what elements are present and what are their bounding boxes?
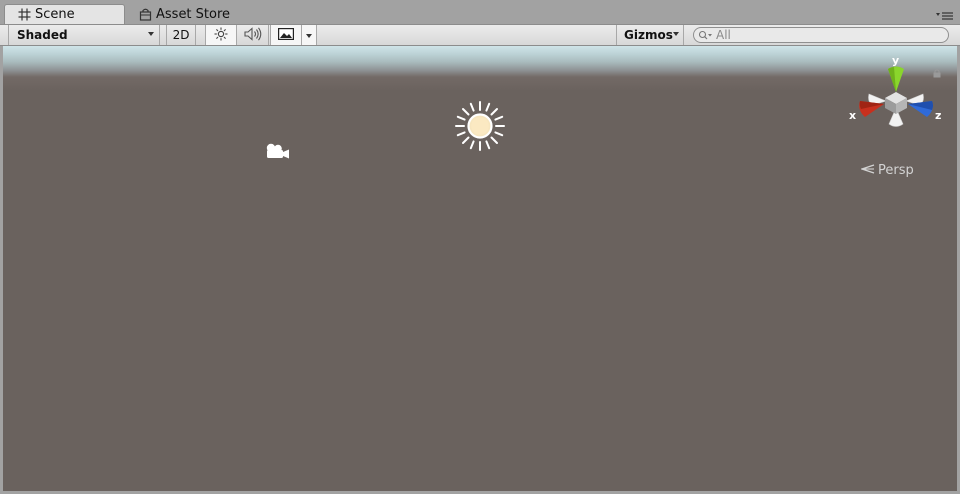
scene-viewport[interactable]: y x z Persp [3, 46, 957, 491]
toggle-2d-button[interactable]: 2D [166, 25, 196, 45]
image-icon [278, 27, 295, 43]
tab-bar: Scene Asset Store [0, 0, 960, 24]
orientation-gizmo[interactable]: y x z [843, 54, 943, 146]
toggle-effects-button[interactable] [270, 25, 302, 45]
scene-search-field[interactable] [693, 27, 949, 43]
gizmos-label: Gizmos [624, 28, 673, 42]
chevron-down-icon [306, 28, 312, 42]
sun-icon[interactable] [455, 101, 505, 151]
toggle-audio-button[interactable] [237, 25, 269, 45]
shading-mode-label: Shaded [17, 28, 68, 42]
chevron-down-icon [673, 32, 679, 37]
search-icon [698, 30, 714, 41]
projection-label: Persp [878, 163, 914, 178]
toggle-lighting-button[interactable] [205, 25, 237, 45]
scene-toolbar: Shaded 2D Gizmos All [0, 24, 960, 46]
tab-asset-store[interactable]: Asset Store [126, 4, 266, 24]
sun-icon [214, 27, 228, 44]
panel-menu-icon[interactable] [936, 10, 954, 22]
lock-view-icon[interactable] [932, 63, 942, 78]
toggle-2d-label: 2D [172, 28, 190, 42]
camera-icon[interactable] [261, 141, 291, 163]
tab-scene-label: Scene [35, 7, 75, 22]
gizmos-dropdown[interactable]: Gizmos [616, 25, 684, 45]
tab-asset-store-label: Asset Store [156, 6, 231, 22]
speaker-icon [243, 26, 262, 44]
chevron-down-icon [148, 32, 154, 37]
gizmo-z-label: z [935, 109, 941, 122]
gizmo-y-label: y [892, 56, 899, 67]
shopping-bag-icon [138, 7, 152, 21]
projection-toggle[interactable]: Persp [859, 163, 914, 178]
grid-hash-icon [17, 8, 31, 22]
tab-scene[interactable]: Scene [4, 4, 125, 24]
search-input[interactable] [714, 28, 936, 42]
effects-dropdown-button[interactable] [302, 25, 317, 45]
perspective-icon [859, 163, 875, 178]
gizmo-x-label: x [849, 109, 856, 122]
shading-mode-dropdown[interactable]: Shaded [8, 25, 160, 45]
